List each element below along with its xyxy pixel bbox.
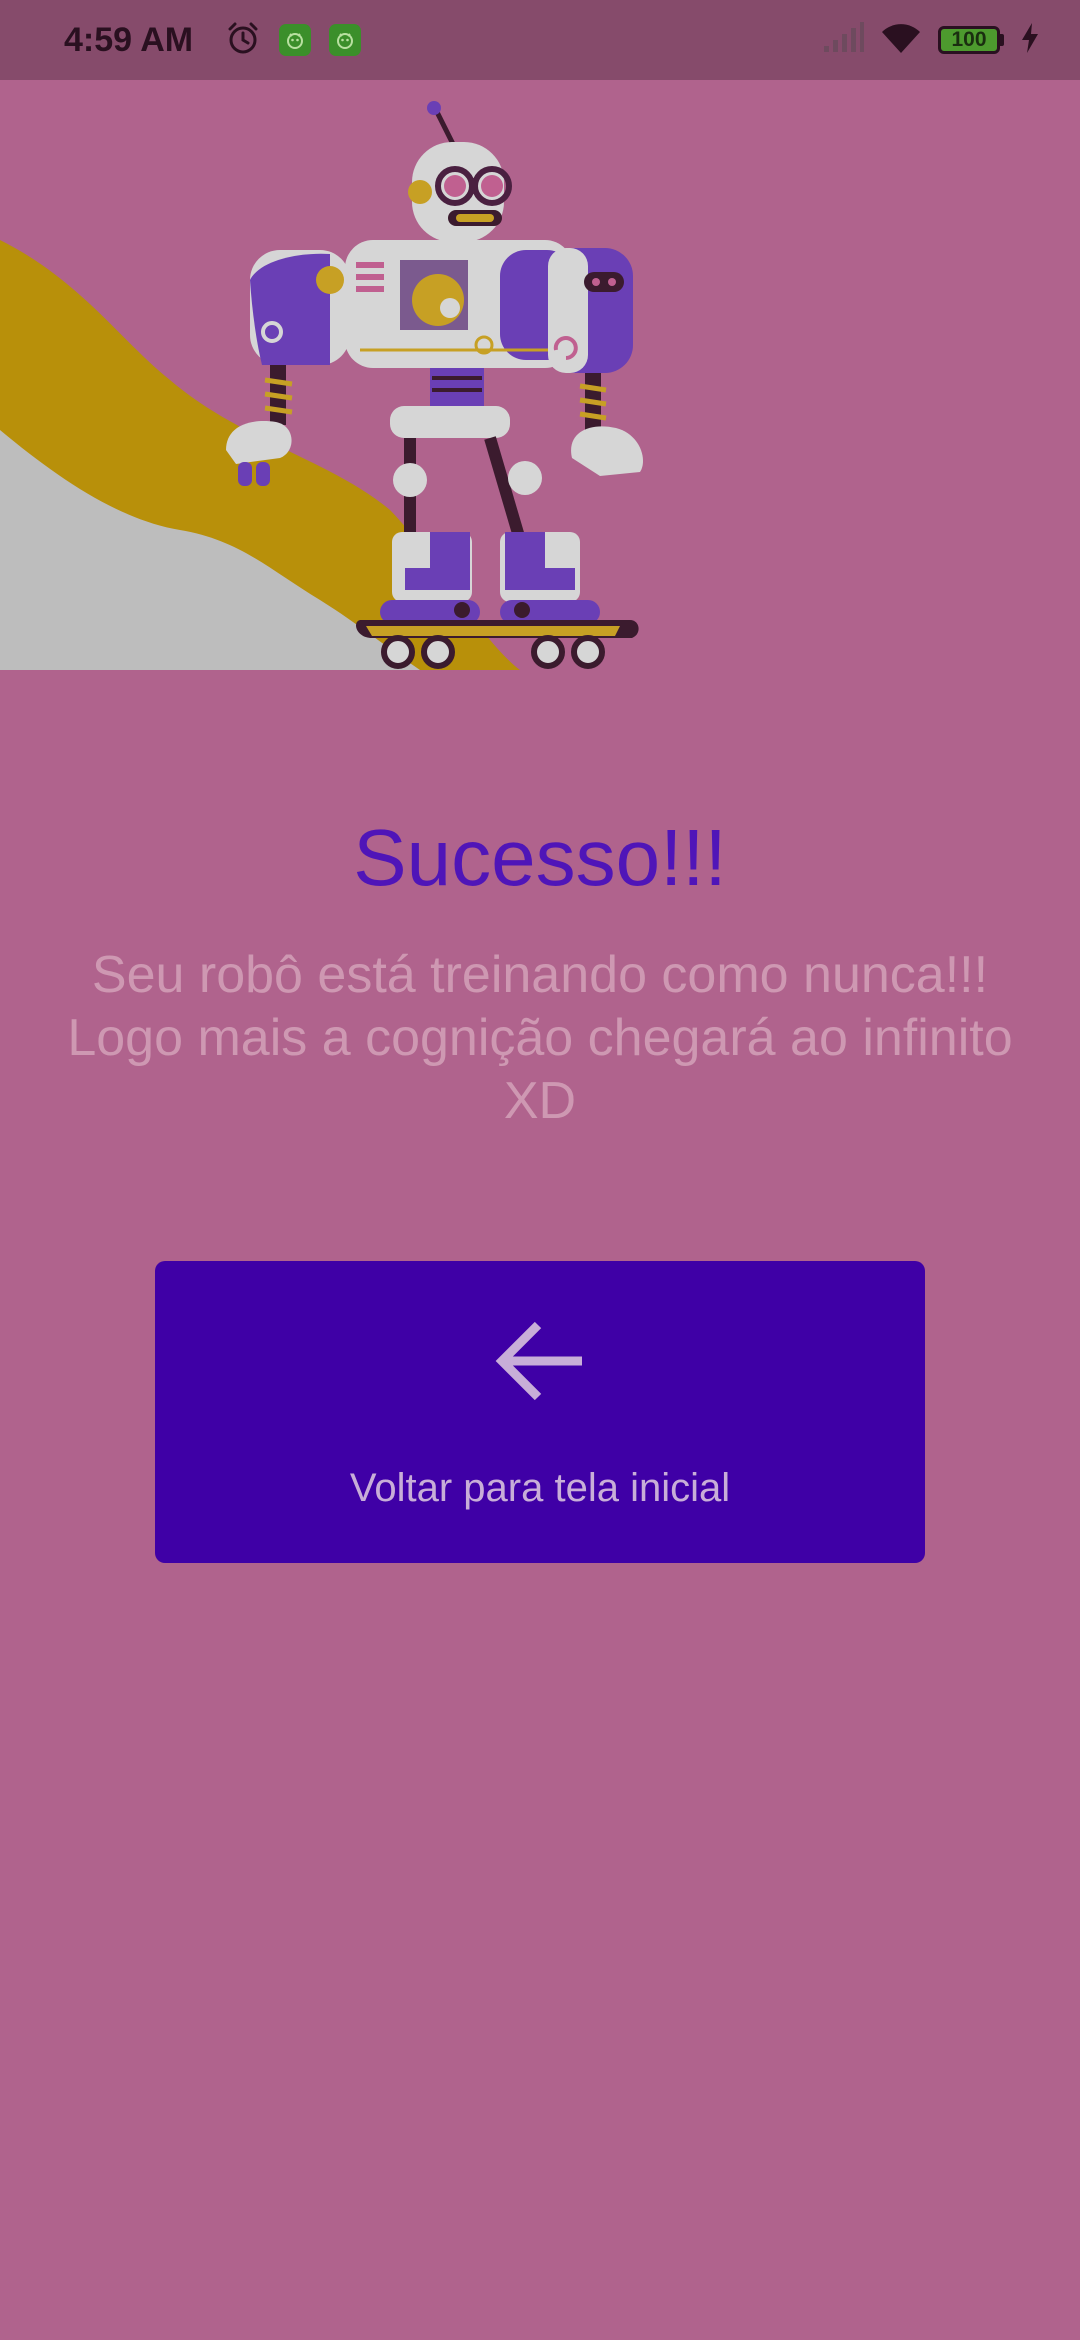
message-line: Logo mais a cognição chegará ao infinito [67, 1009, 1013, 1067]
battery-icon: 100 [938, 26, 1004, 54]
message-line: XD [503, 1072, 577, 1130]
back-button-label: Voltar para tela inicial [349, 1466, 731, 1510]
wifi-icon [880, 21, 922, 60]
battery-level: 100 [938, 26, 1000, 54]
robot-skateboard-illustration [0, 80, 1080, 680]
page-title: Sucesso!!! [353, 813, 727, 902]
alarm-icon [225, 20, 261, 61]
app-notification-icon [279, 24, 312, 56]
signal-icon [822, 21, 864, 59]
success-message: Seu robô está treinando como nunca!!! Lo… [20, 944, 1060, 1133]
status-right: 100 [822, 21, 1040, 60]
charging-icon [1020, 22, 1040, 59]
back-to-home-button[interactable]: Voltar para tela inicial [155, 1261, 925, 1563]
arrow-left-icon [490, 1311, 590, 1411]
message-line: Seu robô está treinando como nunca!!! [91, 946, 989, 1004]
status-left: 4:59 AM [64, 20, 362, 61]
status-bar: 4:59 AM 100 [0, 0, 1080, 80]
app-notification-icon [329, 24, 362, 56]
status-time: 4:59 AM [64, 20, 194, 59]
